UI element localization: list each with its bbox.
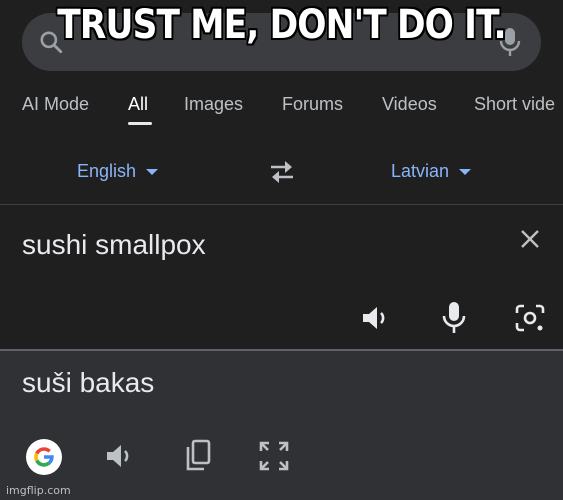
active-tab-indicator xyxy=(128,122,152,125)
tab-ai-mode[interactable]: AI Mode xyxy=(22,94,89,115)
target-language-dropdown[interactable]: Latvian xyxy=(391,161,472,182)
search-input[interactable] xyxy=(78,21,498,63)
source-language-label: English xyxy=(77,161,137,181)
google-logo-icon[interactable] xyxy=(26,439,62,475)
translation-panel: suši bakas xyxy=(0,351,563,500)
close-icon[interactable] xyxy=(518,227,542,251)
chevron-down-icon xyxy=(459,169,472,176)
chevron-down-icon xyxy=(146,169,159,176)
search-bar[interactable] xyxy=(22,13,541,71)
tab-videos[interactable]: Videos xyxy=(382,94,437,115)
source-text[interactable]: sushi smallpox xyxy=(22,229,206,261)
tab-all[interactable]: All xyxy=(128,94,148,115)
tab-short-videos[interactable]: Short vide xyxy=(474,94,555,115)
google-lens-icon[interactable] xyxy=(514,303,546,333)
tab-images[interactable]: Images xyxy=(184,94,243,115)
source-language-dropdown[interactable]: English xyxy=(77,161,159,182)
source-text-panel[interactable]: sushi smallpox xyxy=(0,205,563,349)
translated-text: suši bakas xyxy=(22,367,155,398)
search-tabs: AI Mode All Images Forums Videos Short v… xyxy=(0,88,563,128)
mic-icon[interactable] xyxy=(499,27,521,57)
google-translate-screen: AI Mode All Images Forums Videos Short v… xyxy=(0,0,563,500)
speaker-icon[interactable] xyxy=(104,441,136,471)
mic-icon[interactable] xyxy=(441,301,467,335)
watermark: imgflip.com xyxy=(6,484,71,497)
swap-languages-icon[interactable] xyxy=(267,158,297,186)
search-icon[interactable] xyxy=(38,29,64,55)
copy-icon[interactable] xyxy=(182,439,212,473)
expand-icon[interactable] xyxy=(258,440,290,472)
tab-forums[interactable]: Forums xyxy=(282,94,343,115)
speaker-icon[interactable] xyxy=(360,303,392,333)
target-language-label: Latvian xyxy=(391,161,450,181)
